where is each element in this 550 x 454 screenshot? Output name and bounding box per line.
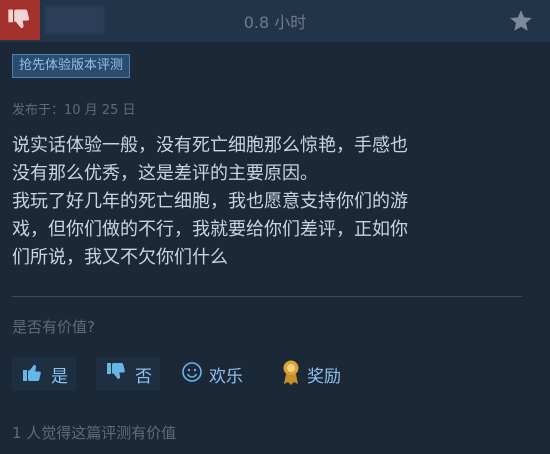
award-medal-icon bbox=[280, 359, 302, 390]
review-text: 说实话体验一般，没有死亡细胞那么惊艳，手感也 没有那么优秀，这是差评的主要原因。… bbox=[12, 135, 408, 268]
playtime: 0.8 小时 bbox=[243, 13, 307, 32]
vote-no-button[interactable]: 否 bbox=[96, 357, 160, 391]
vote-yes-label: 是 bbox=[51, 366, 68, 387]
award-button[interactable]: 奖励 bbox=[276, 357, 345, 391]
early-access-badge: 抢先体验版本评测 bbox=[12, 54, 131, 78]
thumbs-up-icon bbox=[20, 360, 46, 389]
vote-funny-button[interactable]: 欢乐 bbox=[176, 357, 247, 391]
helpful-question: 是否有价值? bbox=[12, 318, 95, 336]
posted-date: 发布于：10 月 25 日 bbox=[12, 103, 136, 118]
review-header: 0.8 小时 bbox=[0, 0, 550, 42]
divider bbox=[12, 296, 522, 297]
vote-funny-label: 欢乐 bbox=[209, 366, 243, 387]
vote-yes-button[interactable]: 是 bbox=[12, 357, 76, 391]
smiley-icon bbox=[180, 360, 204, 389]
vote-no-label: 否 bbox=[135, 366, 152, 387]
thumbs-down-icon bbox=[104, 360, 130, 389]
helpful-count: 1 人觉得这篇评测有价值 bbox=[12, 424, 177, 442]
award-label: 奖励 bbox=[307, 366, 341, 387]
star-icon[interactable] bbox=[504, 4, 538, 38]
